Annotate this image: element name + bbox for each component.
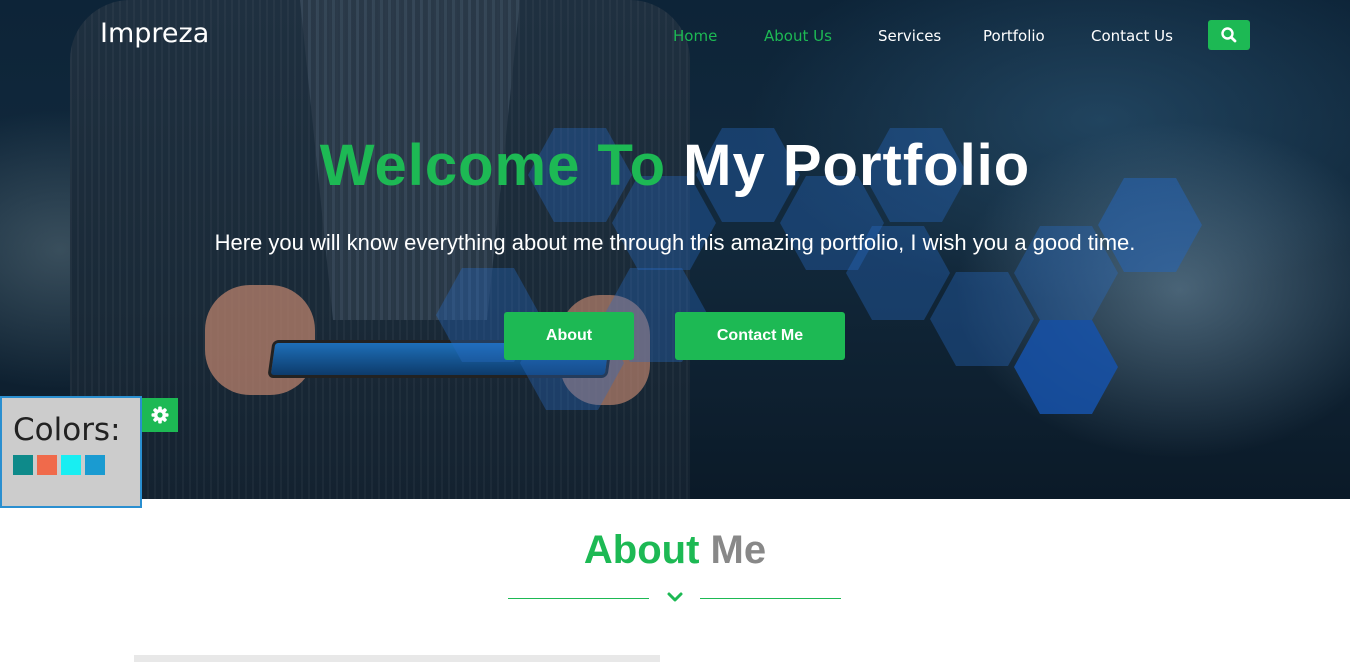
gear-icon xyxy=(151,406,169,424)
search-button[interactable] xyxy=(1208,20,1250,50)
hero-title: Welcome To My Portfolio xyxy=(0,132,1350,199)
divider-line-left xyxy=(508,598,649,599)
hero-subtitle: Here you will know everything about me t… xyxy=(214,230,1136,255)
color-switcher-panel: Colors: xyxy=(0,396,142,508)
about-title-about: About xyxy=(583,528,700,572)
about-image xyxy=(134,655,660,662)
about-section-title: About Me xyxy=(0,528,1350,573)
color-swatch-orange[interactable] xyxy=(37,455,57,475)
about-button[interactable]: About xyxy=(504,312,634,360)
nav-item-portfolio[interactable]: Portfolio xyxy=(983,27,1045,45)
hero-title-portfolio: My Portfolio xyxy=(683,133,1031,198)
color-swatch-blue[interactable] xyxy=(85,455,105,475)
colors-panel-title: Colors: xyxy=(13,412,121,448)
nav-item-services[interactable]: Services xyxy=(878,27,941,45)
decorative-hexagon xyxy=(1014,320,1118,414)
search-icon xyxy=(1221,27,1237,43)
divider-line-right xyxy=(700,598,841,599)
nav-item-contact-us[interactable]: Contact Us xyxy=(1091,27,1173,45)
hero-title-welcome: Welcome To xyxy=(319,133,667,198)
chevron-down-icon xyxy=(667,592,683,602)
nav-item-home[interactable]: Home xyxy=(673,27,717,45)
color-swatch-cyan[interactable] xyxy=(61,455,81,475)
color-swatch-teal[interactable] xyxy=(13,455,33,475)
about-title-me: Me xyxy=(710,528,767,572)
brand-logo[interactable]: Impreza xyxy=(100,18,209,49)
color-switcher-toggle[interactable] xyxy=(142,398,178,432)
nav-item-about-us[interactable]: About Us xyxy=(764,27,832,45)
contact-me-button[interactable]: Contact Me xyxy=(675,312,845,360)
decorative-hexagon xyxy=(930,272,1034,366)
